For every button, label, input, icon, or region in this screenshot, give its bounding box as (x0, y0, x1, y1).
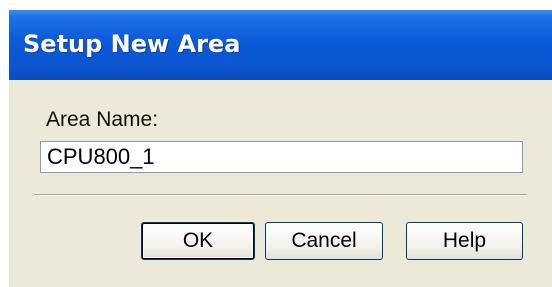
separator-line (34, 194, 527, 196)
ok-button[interactable]: OK (141, 222, 255, 260)
cancel-button[interactable]: Cancel (265, 222, 383, 260)
help-button[interactable]: Help (406, 222, 523, 260)
window-title: Setup New Area (23, 30, 241, 58)
setup-new-area-dialog: Setup New Area Area Name: OK Cancel Help (9, 10, 552, 287)
area-name-label: Area Name: (46, 108, 159, 131)
area-name-input[interactable] (40, 141, 523, 173)
title-bar[interactable]: Setup New Area (9, 10, 552, 80)
